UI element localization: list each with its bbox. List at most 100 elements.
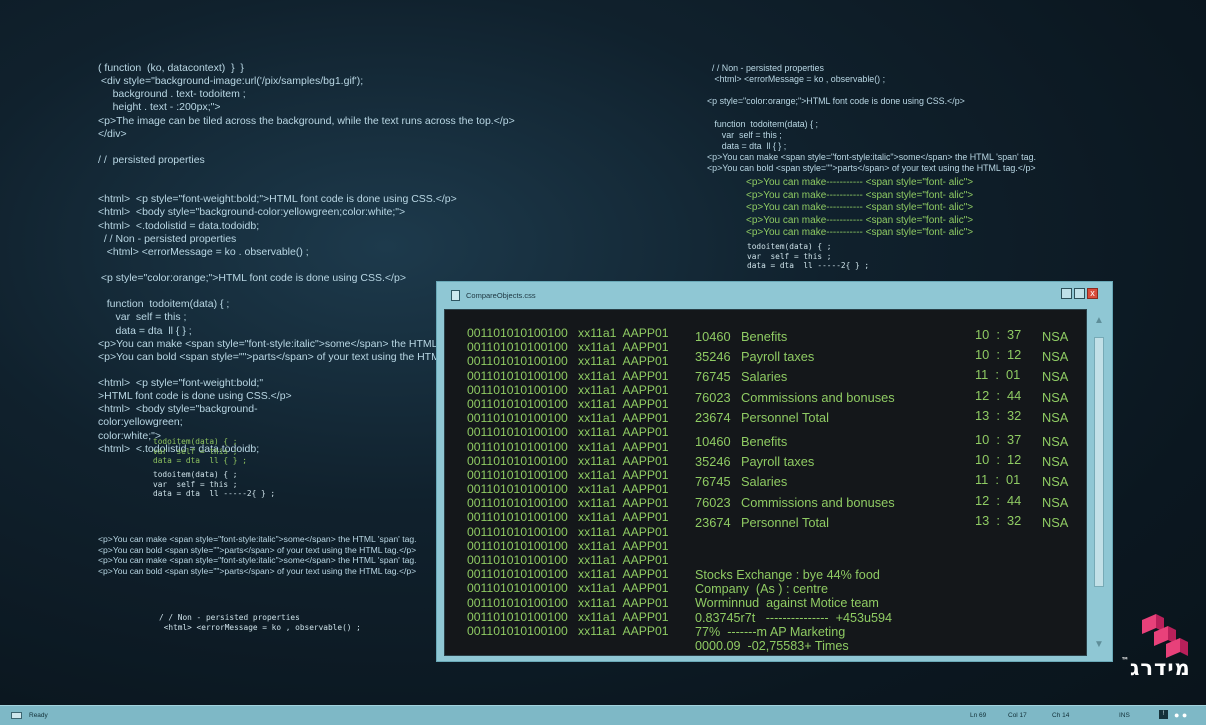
code-line: <p style="color:orange;">HTML font code …: [707, 96, 965, 107]
scroll-up-icon[interactable]: ▲: [1094, 315, 1104, 326]
code-row: xx11a1 AAPP01: [578, 382, 669, 397]
scroll-thumb[interactable]: [1094, 337, 1104, 587]
code-row: xx11a1 AAPP01: [578, 510, 669, 525]
binary-row: 001101010100100: [467, 496, 568, 511]
code-line: data = dta ll -----2{ } ;: [153, 489, 276, 499]
code-line: / / Non - persisted properties: [159, 613, 300, 622]
code-line: <html> <.todolistid = data.todoidb;: [98, 219, 260, 232]
entry-tag: NSA: [1042, 389, 1069, 405]
code-line: <p>You can make <span style="font-style:…: [98, 555, 417, 566]
code-line: <p>You can bold <span style="">parts</sp…: [707, 163, 1036, 174]
binary-row: 001101010100100: [467, 396, 568, 411]
code-row: xx11a1 AAPP01: [578, 439, 669, 454]
status-dots-icon: ● ●: [1174, 710, 1188, 720]
entry-tag: NSA: [1042, 474, 1069, 490]
binary-row: 001101010100100: [467, 581, 568, 596]
entry-time: 10 : 37: [975, 431, 1022, 447]
binary-row: 001101010100100: [467, 482, 568, 497]
entry-code: 23674: [695, 409, 731, 425]
background-code-right-green: <p>You can make----------- <span style="…: [746, 177, 973, 240]
code-line: var self = this ;: [707, 129, 782, 140]
entry-tag: NSA: [1042, 514, 1069, 530]
status-ins: INS: [1119, 712, 1130, 719]
note-line: 77% -------m AP Marketing: [695, 624, 846, 639]
code-row: xx11a1 AAPP01: [578, 482, 669, 497]
code-line: <div style="background-image:url('/pix/s…: [98, 75, 364, 88]
binary-row: 001101010100100: [467, 439, 568, 454]
window-titlebar[interactable]: CompareObjects.css x: [437, 282, 1112, 307]
binary-column: 001101010100100 001101010100100 0011010101…: [467, 326, 568, 638]
entry-code: 10460: [695, 329, 731, 344]
entry-time: 10 : 37: [975, 327, 1022, 342]
entry-time: 12 : 44: [975, 387, 1022, 403]
vertical-scrollbar[interactable]: ▲ ▼: [1092, 313, 1106, 652]
background-code-right: / / Non - persisted properties <html> <e…: [707, 63, 1036, 174]
code-line: <p>You can make <span style="font-style:…: [707, 152, 1036, 162]
entry-label: Payroll taxes: [741, 454, 815, 470]
code-line: <p>You can make----------- <span style="…: [746, 227, 974, 238]
market-notes: Stocks Exchange : bye 44% food Company (A…: [695, 568, 892, 653]
binary-row: 001101010100100: [467, 368, 568, 383]
code-line: todoitem(data) { ;: [153, 470, 238, 479]
binary-row: 001101010100100: [467, 382, 568, 397]
code-row: xx11a1 AAPP01: [578, 581, 669, 596]
scroll-down-icon[interactable]: ▼: [1094, 639, 1104, 650]
compare-objects-window: CompareObjects.css x 001101010100100 0011…: [436, 281, 1113, 662]
minimize-button[interactable]: [1061, 288, 1072, 299]
entry-label: Salaries: [741, 474, 788, 490]
code-line: var self = this ;: [153, 479, 238, 489]
entry-tag: NSA: [1042, 329, 1069, 344]
entry-time: 12 : 44: [975, 492, 1022, 508]
code-line: <p>You can bold <span style="">parts</sp…: [98, 566, 417, 577]
code-line: <p>You can make----------- <span style="…: [746, 177, 974, 188]
binary-row: 001101010100100: [467, 453, 568, 468]
entry-tag: NSA: [1042, 369, 1069, 385]
entry-code: 76745: [695, 369, 731, 385]
entry-code: 35246: [695, 454, 731, 470]
code-line: <html> <errorMessage = ko , observable()…: [707, 74, 886, 85]
status-icon: [11, 712, 22, 719]
entry-tag: NSA: [1042, 454, 1069, 470]
code-line: background . text- todoitem ;: [98, 88, 246, 101]
code-line: </div>: [98, 127, 127, 140]
background-code-mono: todoitem(data) { ; var self = this ; data …: [153, 470, 275, 499]
binary-row: 001101010100100: [467, 326, 568, 340]
code-line: <html> <errorMessage = ko , observable()…: [159, 622, 361, 632]
code-row: xx11a1 AAPP01: [578, 496, 669, 511]
code-line: ( function (ko, datacontext) } }: [98, 62, 244, 74]
entry-tag: NSA: [1042, 409, 1069, 425]
entry-label: Personnel Total: [741, 514, 829, 530]
note-line: Stocks Exchange : bye 44% food: [695, 568, 880, 582]
entry-code: 76023: [695, 494, 731, 510]
binary-row: 001101010100100: [467, 425, 568, 440]
close-button[interactable]: x: [1087, 288, 1098, 299]
code-line: <p>You can make----------- <span style="…: [746, 214, 974, 226]
entries-time-column: 10 : 37 10 : 12 11 : 01 12 : 44 13 : 32 10 : …: [975, 325, 1021, 531]
code-row: xx11a1 AAPP01: [578, 595, 669, 610]
entries-label-column: Benefits Payroll taxes Salaries Commissions…: [741, 327, 895, 533]
entries-tag-column: NSA NSA NSA NSA NSA NSA NSA NSA NSA NSA: [1042, 327, 1068, 533]
binary-row: 001101010100100: [467, 609, 568, 624]
code-row: xx11a1 AAPP01: [578, 553, 669, 567]
midrag-logo-text: ™מידרג: [1121, 656, 1191, 680]
binary-row: 001101010100100: [467, 411, 568, 426]
maximize-button[interactable]: [1074, 288, 1085, 299]
entry-time: 13 : 32: [975, 512, 1022, 528]
code-line: <html> <p style="font-weight:bold;">HTML…: [98, 193, 457, 206]
window-title: CompareObjects.css: [466, 291, 536, 300]
entry-time: 10 : 12: [975, 452, 1022, 468]
status-ready: Ready: [29, 712, 48, 719]
entries-code-column: 10460 35246 76745 76023 23674 10460 35246 76745…: [695, 327, 731, 533]
entry-tag: NSA: [1042, 433, 1069, 449]
background-code-mono-bottom: / / Non - persisted properties <html> <e…: [159, 613, 361, 632]
code-row: xx11a1 AAPP01: [578, 354, 669, 369]
code-row: xx11a1 AAPP01: [578, 453, 669, 468]
code-row: xx11a1 AAPP01: [578, 368, 669, 383]
note-line: 0.83745r7t --------------- +453u594: [695, 610, 893, 625]
code-row: xx11a1 AAPP01: [578, 340, 669, 355]
binary-row: 001101010100100: [467, 595, 568, 610]
